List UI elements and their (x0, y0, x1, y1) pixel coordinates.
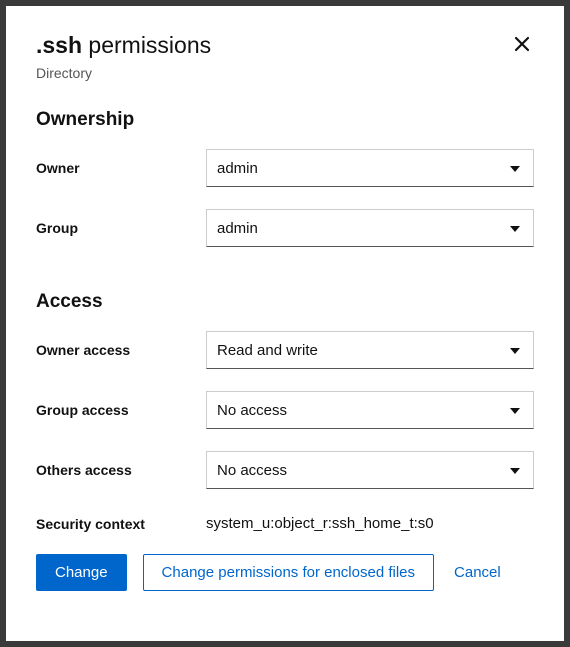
others-access-label: Others access (36, 462, 206, 478)
owner-access-label: Owner access (36, 342, 206, 358)
others-access-select[interactable]: No access (206, 451, 534, 489)
cancel-button[interactable]: Cancel (450, 555, 505, 590)
group-access-row: Group access No access (36, 391, 534, 429)
others-access-row: Others access No access (36, 451, 534, 489)
owner-row: Owner admin (36, 149, 534, 187)
group-row: Group admin (36, 209, 534, 247)
permissions-dialog: .ssh permissions Directory Ownership Own… (6, 6, 564, 641)
close-button[interactable] (510, 32, 534, 58)
security-context-label: Security context (36, 516, 206, 532)
group-access-select[interactable]: No access (206, 391, 534, 429)
others-access-select-wrap: No access (206, 451, 534, 489)
button-bar: Change Change permissions for enclosed f… (36, 554, 534, 591)
change-button[interactable]: Change (36, 554, 127, 591)
group-select[interactable]: admin (206, 209, 534, 247)
group-access-select-wrap: No access (206, 391, 534, 429)
title-directory-name: .ssh (36, 32, 82, 58)
change-enclosed-button[interactable]: Change permissions for enclosed files (143, 554, 434, 591)
group-label: Group (36, 220, 206, 236)
dialog-header: .ssh permissions Directory (36, 32, 534, 81)
dialog-title: .ssh permissions (36, 32, 211, 59)
group-select-wrap: admin (206, 209, 534, 247)
owner-select[interactable]: admin (206, 149, 534, 187)
title-block: .ssh permissions Directory (36, 32, 211, 81)
title-suffix: permissions (82, 32, 211, 58)
owner-label: Owner (36, 160, 206, 176)
owner-access-row: Owner access Read and write (36, 331, 534, 369)
owner-access-select-wrap: Read and write (206, 331, 534, 369)
group-access-label: Group access (36, 402, 206, 418)
close-icon (514, 36, 530, 52)
dialog-subtitle: Directory (36, 65, 211, 81)
access-heading: Access (36, 291, 534, 313)
security-context-value: system_u:object_r:ssh_home_t:s0 (206, 515, 534, 532)
owner-access-select[interactable]: Read and write (206, 331, 534, 369)
owner-select-wrap: admin (206, 149, 534, 187)
ownership-heading: Ownership (36, 109, 534, 131)
security-context-row: Security context system_u:object_r:ssh_h… (36, 515, 534, 532)
